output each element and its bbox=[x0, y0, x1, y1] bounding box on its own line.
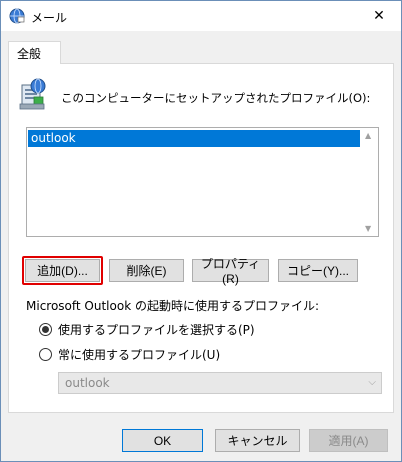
radio-choose-profile[interactable]: 使用するプロファイルを選択する(P) bbox=[39, 321, 255, 338]
close-icon: ✕ bbox=[373, 8, 385, 24]
close-button[interactable]: ✕ bbox=[359, 1, 399, 31]
profile-select-value: outlook bbox=[65, 376, 110, 390]
profile-list[interactable]: outlook ▲ ▼ bbox=[26, 127, 379, 237]
chevron-down-icon: ⌵ bbox=[368, 377, 376, 388]
mail-profile-icon bbox=[18, 77, 48, 111]
list-scrollbar[interactable]: ▲ ▼ bbox=[361, 128, 378, 236]
profiles-label: このコンピューターにセットアップされたプロファイル(O): bbox=[61, 91, 371, 105]
delete-button[interactable]: 削除(E) bbox=[109, 259, 184, 282]
cancel-button[interactable]: キャンセル bbox=[215, 429, 300, 452]
apply-button[interactable]: 適用(A) bbox=[309, 429, 388, 452]
profile-select[interactable]: outlook ⌵ bbox=[58, 372, 382, 394]
scroll-up-arrow-icon[interactable]: ▲ bbox=[365, 131, 371, 140]
properties-button[interactable]: プロパティ(R) bbox=[192, 257, 269, 286]
list-item[interactable]: outlook bbox=[28, 130, 360, 147]
ok-button[interactable]: OK bbox=[122, 429, 203, 452]
mail-globe-icon bbox=[9, 8, 25, 24]
startup-label: Microsoft Outlook の起動時に使用するプロファイル: bbox=[26, 299, 320, 313]
radio-always-label: 常に使用するプロファイル(U) bbox=[58, 348, 221, 362]
radio-choose-label: 使用するプロファイルを選択する(P) bbox=[58, 323, 255, 337]
add-button[interactable]: 追加(D)... bbox=[25, 259, 100, 282]
radio-button[interactable] bbox=[39, 323, 52, 336]
scroll-down-arrow-icon[interactable]: ▼ bbox=[365, 224, 371, 233]
title-bar: メール ✕ bbox=[1, 1, 401, 31]
copy-button[interactable]: コピー(Y)... bbox=[278, 259, 358, 282]
mail-dialog: メール ✕ 全般 このコンピューターにセットアップされたプロファイル(O): o… bbox=[0, 0, 402, 462]
window-title: メール bbox=[31, 11, 68, 25]
radio-button[interactable] bbox=[39, 348, 52, 361]
tab-general[interactable]: 全般 bbox=[8, 41, 61, 64]
radio-always-use[interactable]: 常に使用するプロファイル(U) bbox=[39, 346, 220, 363]
